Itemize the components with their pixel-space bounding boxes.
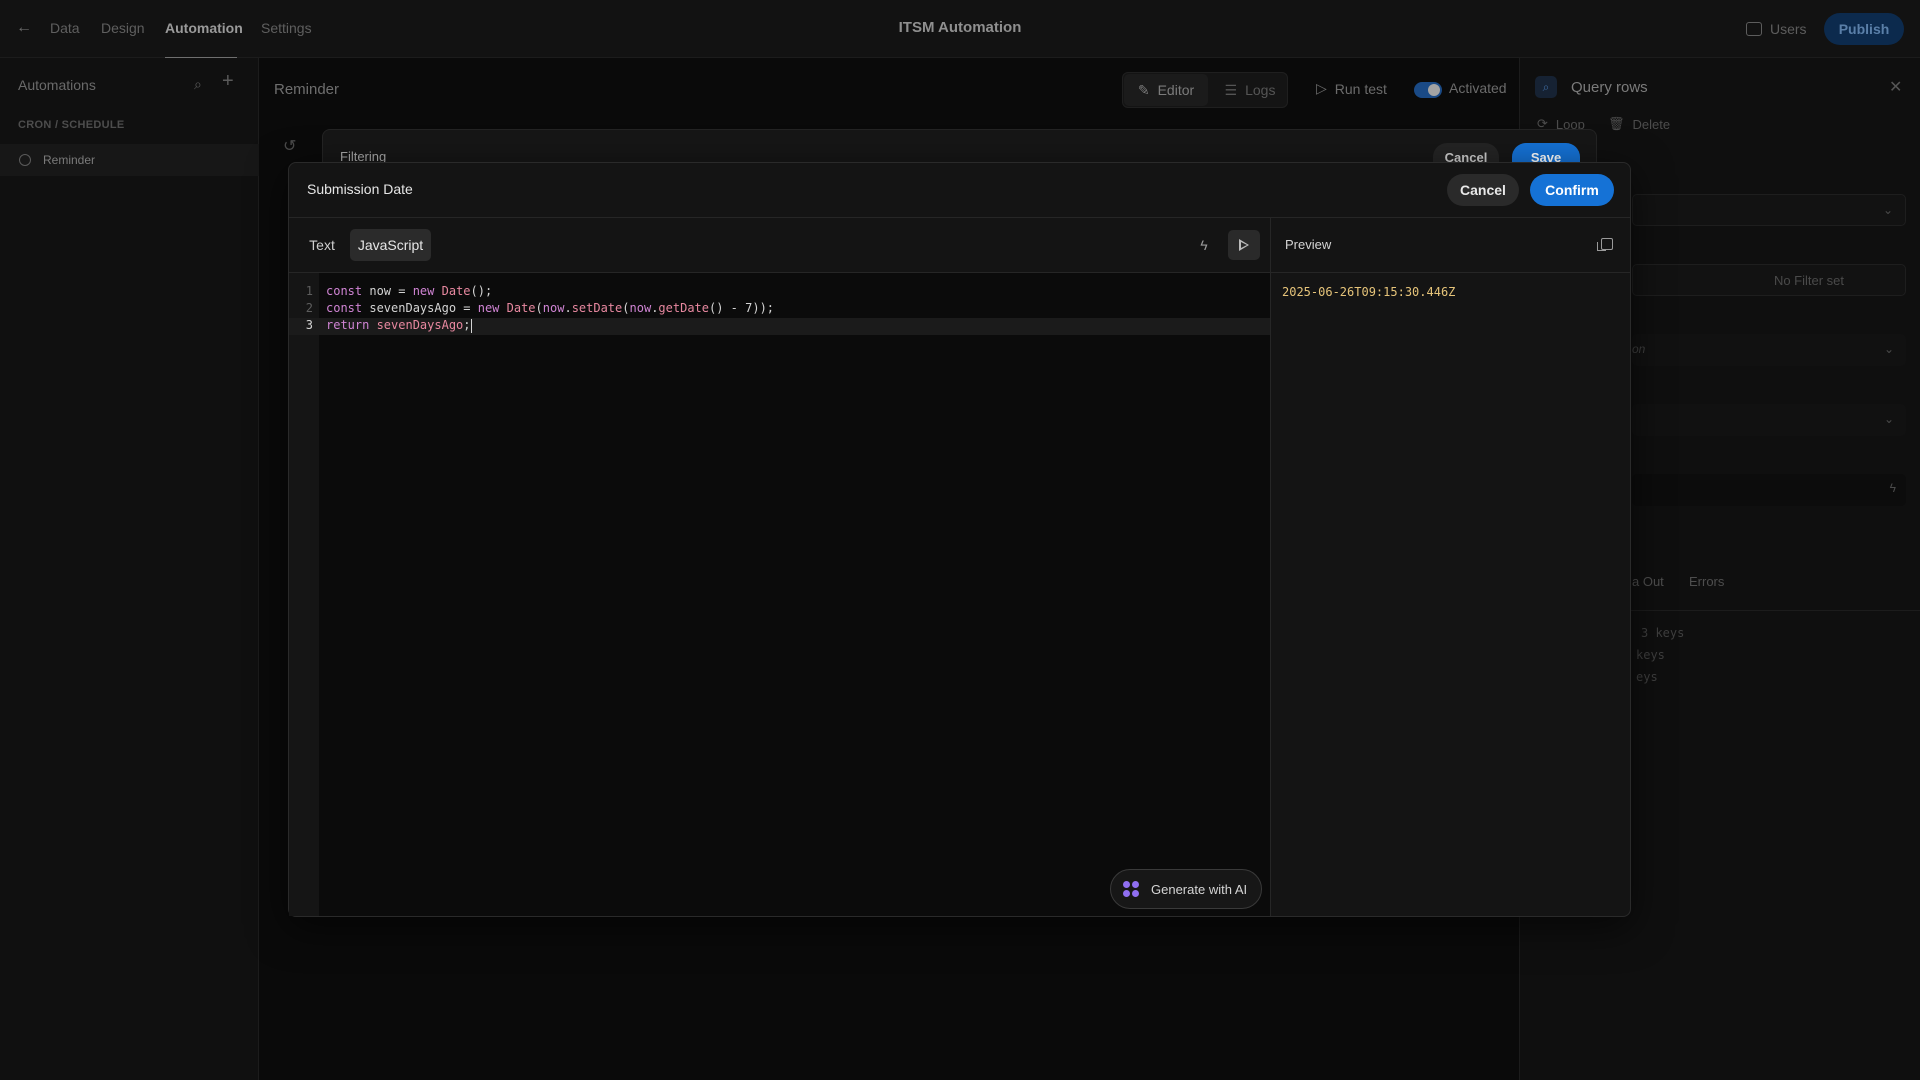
back-arrow-icon[interactable]: ← [14, 18, 34, 38]
line-number: 2 [305, 301, 313, 315]
users-label: Users [1770, 21, 1807, 37]
sidebar-title: Automations [18, 77, 96, 93]
code-editor[interactable] [319, 273, 1270, 916]
generate-with-ai-button[interactable]: Generate with AI [1110, 869, 1262, 909]
code-line: const now = new Date(); [326, 284, 493, 298]
chevron-down-icon: ⌄ [1882, 203, 1893, 217]
activated-toggle[interactable] [1414, 82, 1442, 98]
close-icon[interactable]: ✕ [1889, 77, 1902, 97]
run-test-label: Run test [1334, 80, 1387, 97]
play-icon [1239, 239, 1249, 251]
line-gutter [289, 273, 319, 916]
json-row: eys [1636, 670, 1658, 684]
add-icon[interactable]: + [222, 71, 240, 91]
cancel-button[interactable]: Cancel [1447, 174, 1519, 206]
tab-data-out[interactable]: a Out [1632, 574, 1664, 589]
editor-tab[interactable]: ✎ Editor [1124, 74, 1208, 106]
preview-title: Preview [1285, 237, 1332, 252]
trash-icon: 🗑 [1608, 116, 1625, 131]
undo-icon[interactable]: ↺ [283, 136, 296, 156]
mode-text-button[interactable]: Text [302, 229, 342, 261]
code-line: const sevenDaysAgo = new Date(now.setDat… [326, 301, 775, 315]
delete-label: Delete [1632, 116, 1671, 132]
copy-icon[interactable] [1597, 238, 1613, 251]
tab-automation[interactable]: Automation [165, 20, 243, 36]
users-icon [1746, 22, 1762, 36]
generate-ai-label: Generate with AI [1151, 881, 1248, 897]
line-number: 3 [305, 318, 313, 332]
chevron-down-icon: ⌄ [1883, 342, 1894, 356]
clock-icon [19, 154, 31, 166]
json-row: keys [1636, 648, 1665, 662]
search-icon[interactable]: ⌕ [194, 76, 210, 92]
activated-label: Activated [1449, 80, 1507, 96]
publish-button[interactable]: Publish [1824, 13, 1904, 45]
tab-settings[interactable]: Settings [261, 20, 312, 36]
sort-column-select[interactable]: on ⌄ [1632, 334, 1906, 366]
tab-design[interactable]: Design [101, 20, 145, 36]
tab-errors[interactable]: Errors [1689, 574, 1724, 589]
sidebar-item-reminder[interactable]: Reminder [0, 144, 259, 176]
chevron-down-icon: ⌄ [1883, 412, 1894, 426]
automations-sidebar [0, 58, 259, 1080]
logs-tab[interactable]: ☰ Logs [1214, 74, 1286, 106]
limit-input[interactable]: ϟ [1632, 474, 1906, 506]
filter-button[interactable]: No Filter set [1632, 264, 1906, 296]
delete-button[interactable]: 🗑 Delete [1608, 116, 1670, 132]
run-test-button[interactable]: ▷ Run test [1316, 80, 1387, 97]
bolt-icon: ϟ [1889, 481, 1896, 495]
pencil-icon: ✎ [1137, 81, 1150, 98]
confirm-button[interactable]: Confirm [1530, 174, 1614, 206]
play-icon: ▷ [1316, 80, 1327, 96]
sort-order-select[interactable]: ⌄ [1632, 404, 1906, 436]
sidebar-section-label: CRON / SCHEDULE [18, 119, 125, 131]
logs-tab-label: Logs [1245, 82, 1276, 98]
users-button[interactable]: Users [1746, 17, 1807, 41]
modal-title: Submission Date [307, 181, 413, 197]
json-row: 3 keys [1641, 626, 1685, 640]
sidebar-item-label: Reminder [43, 153, 96, 167]
ai-sparkle-icon [1123, 881, 1139, 897]
bolt-icon[interactable]: ϟ [1192, 232, 1216, 258]
divider [289, 217, 1630, 218]
code-line: return sevenDaysAgo; [326, 318, 472, 333]
text-cursor [470, 318, 472, 333]
panel-title: Query rows [1571, 79, 1648, 96]
tab-data[interactable]: Data [50, 20, 80, 36]
workspace-title: Reminder [274, 81, 340, 98]
table-select[interactable]: ⌄ [1632, 194, 1906, 226]
query-search-icon: ⌕ [1535, 76, 1557, 98]
list-icon: ☰ [1224, 81, 1238, 98]
editor-tab-label: Editor [1157, 82, 1195, 98]
line-number: 1 [305, 284, 313, 298]
select-placeholder: on [1632, 342, 1646, 356]
pane-divider [1270, 218, 1271, 916]
preview-value: 2025-06-26T09:15:30.446Z [1282, 285, 1456, 299]
mode-javascript-button[interactable]: JavaScript [350, 229, 431, 261]
app-title: ITSM Automation [898, 19, 1022, 36]
run-code-button[interactable] [1228, 230, 1260, 260]
